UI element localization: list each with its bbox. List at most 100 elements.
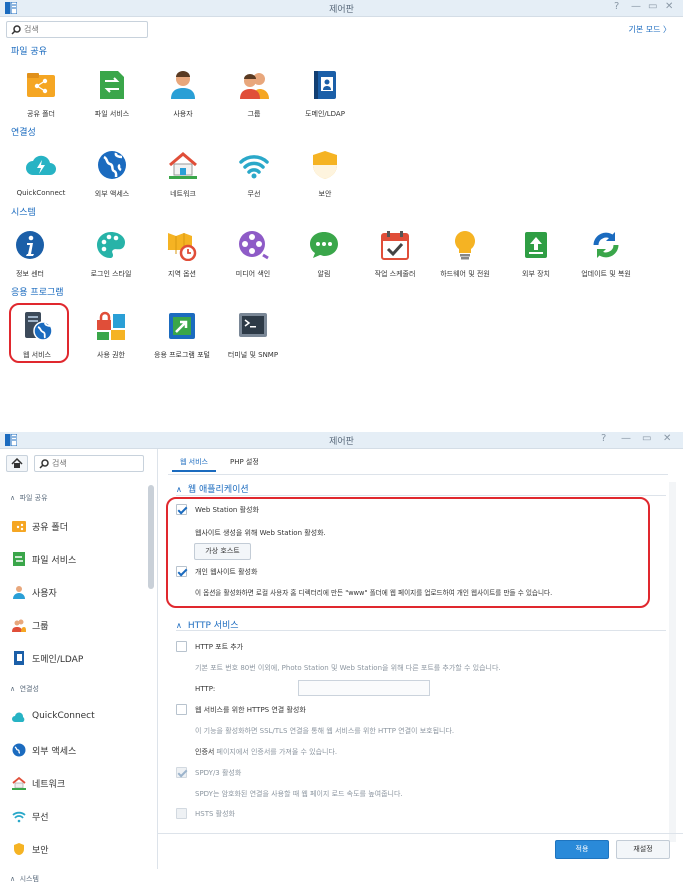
maximize-icon[interactable]: ▭ <box>642 433 651 444</box>
info-icon <box>16 231 44 259</box>
section-divider <box>176 495 666 496</box>
search-input[interactable] <box>24 23 136 36</box>
sidebar: ∧ 파일 공유 공유 폴더 파일 서비스 사용자 그룹 도메인/LDAP ∧ 연… <box>0 449 158 883</box>
tile-privileges[interactable]: 사용 권한 <box>78 310 144 360</box>
sidebar-item-group[interactable]: 그룹 <box>10 617 145 635</box>
tile-info-center[interactable]: 정보 센터 <box>0 229 63 279</box>
spdy-checkbox[interactable] <box>176 767 187 778</box>
sidebar-group-file-sharing[interactable]: ∧ 파일 공유 <box>10 493 48 503</box>
sidebar-scrollbar[interactable] <box>148 485 154 589</box>
tile-quickconnect[interactable]: QuickConnect <box>8 149 74 197</box>
sidebar-item-quickconnect[interactable]: QuickConnect <box>10 709 145 727</box>
refresh-icon <box>593 232 619 258</box>
tile-shared-folder[interactable]: 공유 폴더 <box>8 69 74 119</box>
tile-security[interactable]: 보안 <box>292 149 358 199</box>
tile-label: 작업 스케줄러 <box>374 270 416 278</box>
search-input[interactable] <box>52 457 139 470</box>
control-panel-window-bottom: 제어판 ? — ▭ ✕ ∧ 파일 공유 공유 폴더 파일 서비스 사용자 그 <box>0 432 683 883</box>
apply-button[interactable]: 적용 <box>555 840 609 859</box>
tile-label: 그룹 <box>247 110 261 118</box>
tile-terminal-snmp[interactable]: 터미널 및 SNMP <box>220 310 286 360</box>
sidebar-group-label: 연결성 <box>19 685 39 693</box>
tile-login-style[interactable]: 로그인 스타일 <box>78 229 144 279</box>
tile-regional-options[interactable]: 지역 옵션 <box>149 229 215 279</box>
tile-file-services[interactable]: 파일 서비스 <box>79 69 145 119</box>
sidebar-group-connectivity[interactable]: ∧ 연결성 <box>10 684 39 694</box>
sidebar-item-user[interactable]: 사용자 <box>10 584 145 602</box>
tile-label: 업데이트 및 복원 <box>581 270 631 278</box>
tile-external-access[interactable]: 외부 액세스 <box>79 149 145 199</box>
tile-label: 미디어 색인 <box>235 270 271 278</box>
chat-bubble-icon <box>310 232 338 258</box>
add-http-port-desc: 기본 포트 번호 80번 이외에, Photo Station 및 Web St… <box>195 664 501 672</box>
tile-label: 네트워크 <box>170 190 196 198</box>
https-enable-checkbox[interactable] <box>176 704 187 715</box>
collapse-chevron-icon: ∧ <box>176 485 182 494</box>
sidebar-group-system[interactable]: ∧ 시스템 <box>10 874 39 884</box>
tile-user[interactable]: 사용자 <box>150 69 216 119</box>
section-file-sharing: 파일 공유 <box>11 47 47 57</box>
tab-php-settings[interactable]: PHP 설정 <box>222 454 267 470</box>
tile-update-restore[interactable]: 업데이트 및 복원 <box>573 229 639 279</box>
tile-network[interactable]: 네트워크 <box>150 149 216 199</box>
tile-label: 외부 액세스 <box>94 190 130 198</box>
tile-label: 응용 프로그램 포털 <box>154 351 210 359</box>
sidebar-item-shared-folder[interactable]: 공유 폴더 <box>10 518 145 536</box>
sidebar-item-label: 외부 액세스 <box>32 747 77 757</box>
add-http-port-checkbox[interactable] <box>176 641 187 652</box>
collapse-chevron-icon: ∧ <box>176 621 182 630</box>
sidebar-item-label: 네트워크 <box>32 780 66 790</box>
sidebar-item-wireless[interactable]: 무선 <box>10 808 145 826</box>
sidebar-item-label: 그룹 <box>32 622 49 632</box>
tile-label: 사용자 <box>173 110 193 118</box>
certificate-link[interactable]: 인증서 <box>195 748 214 756</box>
basic-mode-link[interactable]: 기본 모드 〉 <box>628 24 671 35</box>
globe-icon <box>12 743 26 757</box>
sidebar-item-network[interactable]: 네트워크 <box>10 775 145 793</box>
spdy-label: SPDY/3 활성화 <box>195 769 242 777</box>
tile-task-scheduler[interactable]: 작업 스케줄러 <box>362 229 428 279</box>
home-button[interactable] <box>6 455 28 472</box>
reset-button[interactable]: 재설정 <box>616 840 670 859</box>
tile-wireless[interactable]: 무선 <box>221 149 287 199</box>
tile-media-index[interactable]: 미디어 색인 <box>220 229 286 279</box>
sidebar-search-box[interactable] <box>34 455 144 472</box>
content-scrollbar[interactable] <box>669 482 676 842</box>
sidebar-item-external-access[interactable]: 외부 액세스 <box>10 742 145 760</box>
sidebar-item-security[interactable]: 보안 <box>10 841 145 859</box>
close-icon[interactable]: ✕ <box>663 433 671 444</box>
section-web-apps-header[interactable]: ∧ 웹 애플리케이션 <box>176 482 249 495</box>
tile-external-devices[interactable]: 외부 장치 <box>503 229 569 279</box>
user-icon <box>13 586 25 599</box>
hsts-checkbox[interactable] <box>176 808 187 819</box>
tile-label: 무선 <box>247 190 261 198</box>
lightbulb-icon <box>455 231 475 260</box>
close-icon[interactable]: ✕ <box>665 1 673 12</box>
wifi-icon <box>12 811 26 823</box>
tile-label: 보안 <box>318 190 332 198</box>
help-icon[interactable]: ? <box>601 433 606 444</box>
search-box[interactable] <box>6 21 148 38</box>
calendar-check-icon <box>381 231 409 260</box>
quickconnect-icon <box>26 155 56 175</box>
footer-divider <box>158 833 683 834</box>
help-icon[interactable]: ? <box>614 1 619 12</box>
sidebar-item-label: 도메인/LDAP <box>32 655 84 665</box>
tile-app-portal[interactable]: 응용 프로그램 포털 <box>149 310 215 360</box>
maximize-icon[interactable]: ▭ <box>648 1 657 12</box>
tile-group[interactable]: 그룹 <box>221 69 287 119</box>
cert-note-text: 페이지에서 인증서를 가져올 수 있습니다. <box>214 748 338 756</box>
tab-web-services[interactable]: 웹 서비스 <box>172 454 216 472</box>
minimize-icon[interactable]: — <box>631 1 641 12</box>
sidebar-item-file-services[interactable]: 파일 서비스 <box>10 551 145 569</box>
sidebar-item-domain-ldap[interactable]: 도메인/LDAP <box>10 650 145 668</box>
cert-note: 인증서 페이지에서 인증서를 가져올 수 있습니다. <box>195 747 337 757</box>
domain-ldap-icon <box>14 651 24 665</box>
http-port-input[interactable] <box>298 680 430 696</box>
tile-label: QuickConnect <box>16 189 66 197</box>
minimize-icon[interactable]: — <box>621 433 631 444</box>
tile-notification[interactable]: 알림 <box>291 229 357 279</box>
search-icon <box>11 25 21 35</box>
tile-domain-ldap[interactable]: 도메인/LDAP <box>292 69 358 119</box>
tile-hardware-power[interactable]: 하드웨어 및 전원 <box>432 229 498 279</box>
